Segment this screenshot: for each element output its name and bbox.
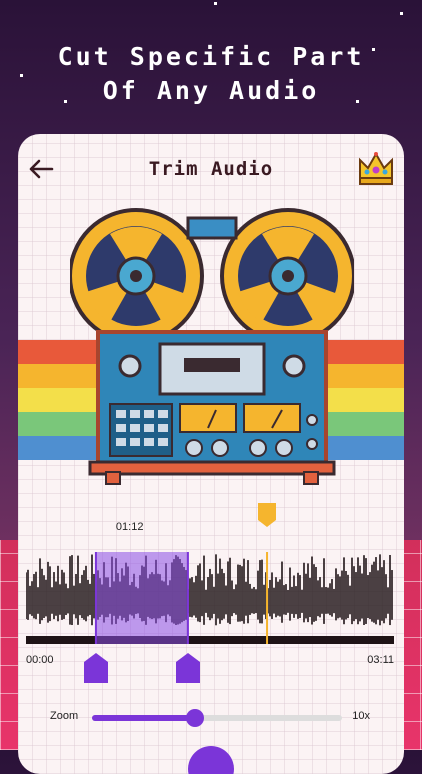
selection-end-handle[interactable] [175, 652, 201, 684]
promo-headline-line2: Of Any Audio [102, 76, 320, 105]
waveform [26, 554, 394, 644]
trim-screen-card: Trim Audio 01:12 00:00 03:11 Zoom 10x [18, 134, 404, 774]
promo-headline-line1: Cut Specific Part [57, 42, 365, 71]
zoom-slider-fill [92, 715, 195, 721]
zoom-max-label: 10x [352, 710, 370, 722]
selection-start-handle[interactable] [83, 652, 109, 684]
zoom-slider[interactable] [92, 709, 342, 727]
waveform-baseline [26, 636, 394, 644]
selection-time-label: 01:12 [115, 521, 144, 533]
playhead-handle[interactable] [257, 502, 277, 528]
play-button-peek[interactable] [188, 746, 234, 774]
start-time-label: 00:00 [26, 654, 54, 666]
premium-button[interactable] [356, 148, 396, 188]
star [214, 2, 217, 5]
star [400, 12, 403, 15]
crown-icon [359, 151, 393, 185]
audio-waveform-editor[interactable] [26, 552, 394, 644]
page-title: Trim Audio [148, 158, 274, 180]
zoom-label: Zoom [50, 710, 79, 722]
reel-recorder-illustration [70, 208, 354, 485]
selection-region[interactable] [94, 552, 189, 644]
end-time-label: 03:11 [367, 654, 394, 666]
zoom-slider-knob[interactable] [185, 709, 204, 727]
